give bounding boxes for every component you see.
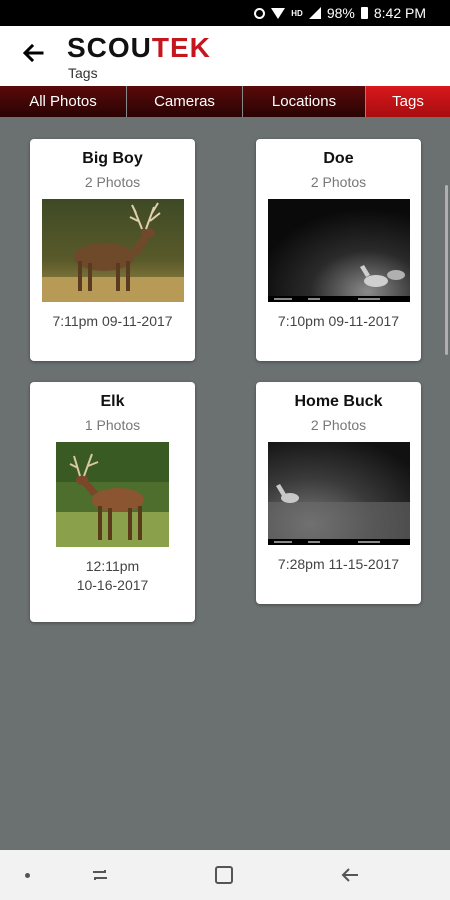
tag-date: 7:10pm 09-11-2017 — [277, 313, 400, 329]
night-trail-camera-photo — [267, 442, 410, 545]
tab-all-photos[interactable]: All Photos — [0, 86, 127, 117]
nav-back-icon[interactable] — [340, 865, 360, 885]
battery-icon — [360, 7, 368, 19]
wifi-icon — [271, 7, 286, 19]
tag-card-elk[interactable]: Elk 1 Photos 12:11pm 10-16-2017 — [30, 382, 195, 622]
back-arrow-icon[interactable] — [20, 40, 46, 66]
tag-card-big-boy[interactable]: Big Boy 2 Photos 7:11pm 09-11-2017 — [30, 139, 195, 361]
tag-photo-count: 2 Photos — [310, 417, 367, 433]
tag-name: Doe — [323, 150, 354, 167]
tag-card-home-buck[interactable]: Home Buck 2 Photos 7:28pm 11-15-2017 — [256, 382, 421, 604]
network-type: HD — [291, 8, 303, 18]
tag-name: Big Boy — [82, 150, 143, 167]
tag-photo-count: 2 Photos — [84, 174, 141, 190]
tab-bar: All Photos Cameras Locations Tags — [0, 86, 450, 117]
app-bar: SCOUTEK Tags — [0, 26, 450, 86]
tag-name: Elk — [100, 393, 125, 410]
tag-date: 7:11pm 09-11-2017 — [52, 313, 173, 329]
signal-icon — [308, 7, 321, 19]
battery-percent: 98% — [326, 5, 355, 21]
scrollbar[interactable] — [445, 185, 448, 355]
tab-locations[interactable]: Locations — [243, 86, 366, 117]
deer-buck-photo — [41, 199, 184, 302]
tag-date: 7:28pm 11-15-2017 — [277, 556, 400, 572]
tag-card-doe[interactable]: Doe 2 Photos 7:10pm 09-11-2017 — [256, 139, 421, 361]
recent-apps-icon[interactable] — [90, 865, 110, 885]
tag-photo-count: 2 Photos — [310, 174, 367, 190]
keyboard-dot-icon[interactable] — [25, 873, 30, 878]
home-icon[interactable] — [215, 866, 233, 884]
tab-cameras[interactable]: Cameras — [127, 86, 243, 117]
tag-name: Home Buck — [294, 393, 383, 410]
tag-photo-count: 1 Photos — [84, 417, 141, 433]
tab-tags[interactable]: Tags — [366, 86, 450, 117]
tag-date: 12:11pm 10-16-2017 — [76, 558, 149, 593]
scoutek-logo: SCOUTEK — [67, 32, 211, 63]
elk-photo — [56, 442, 169, 547]
system-nav-bar — [0, 850, 450, 900]
alarm-icon — [254, 7, 266, 19]
clock: 8:42 PM — [373, 5, 426, 21]
status-bar: HD 98% 8:42 PM — [0, 0, 450, 26]
night-trail-camera-photo — [267, 199, 410, 302]
page-subtitle: Tags — [68, 65, 98, 81]
